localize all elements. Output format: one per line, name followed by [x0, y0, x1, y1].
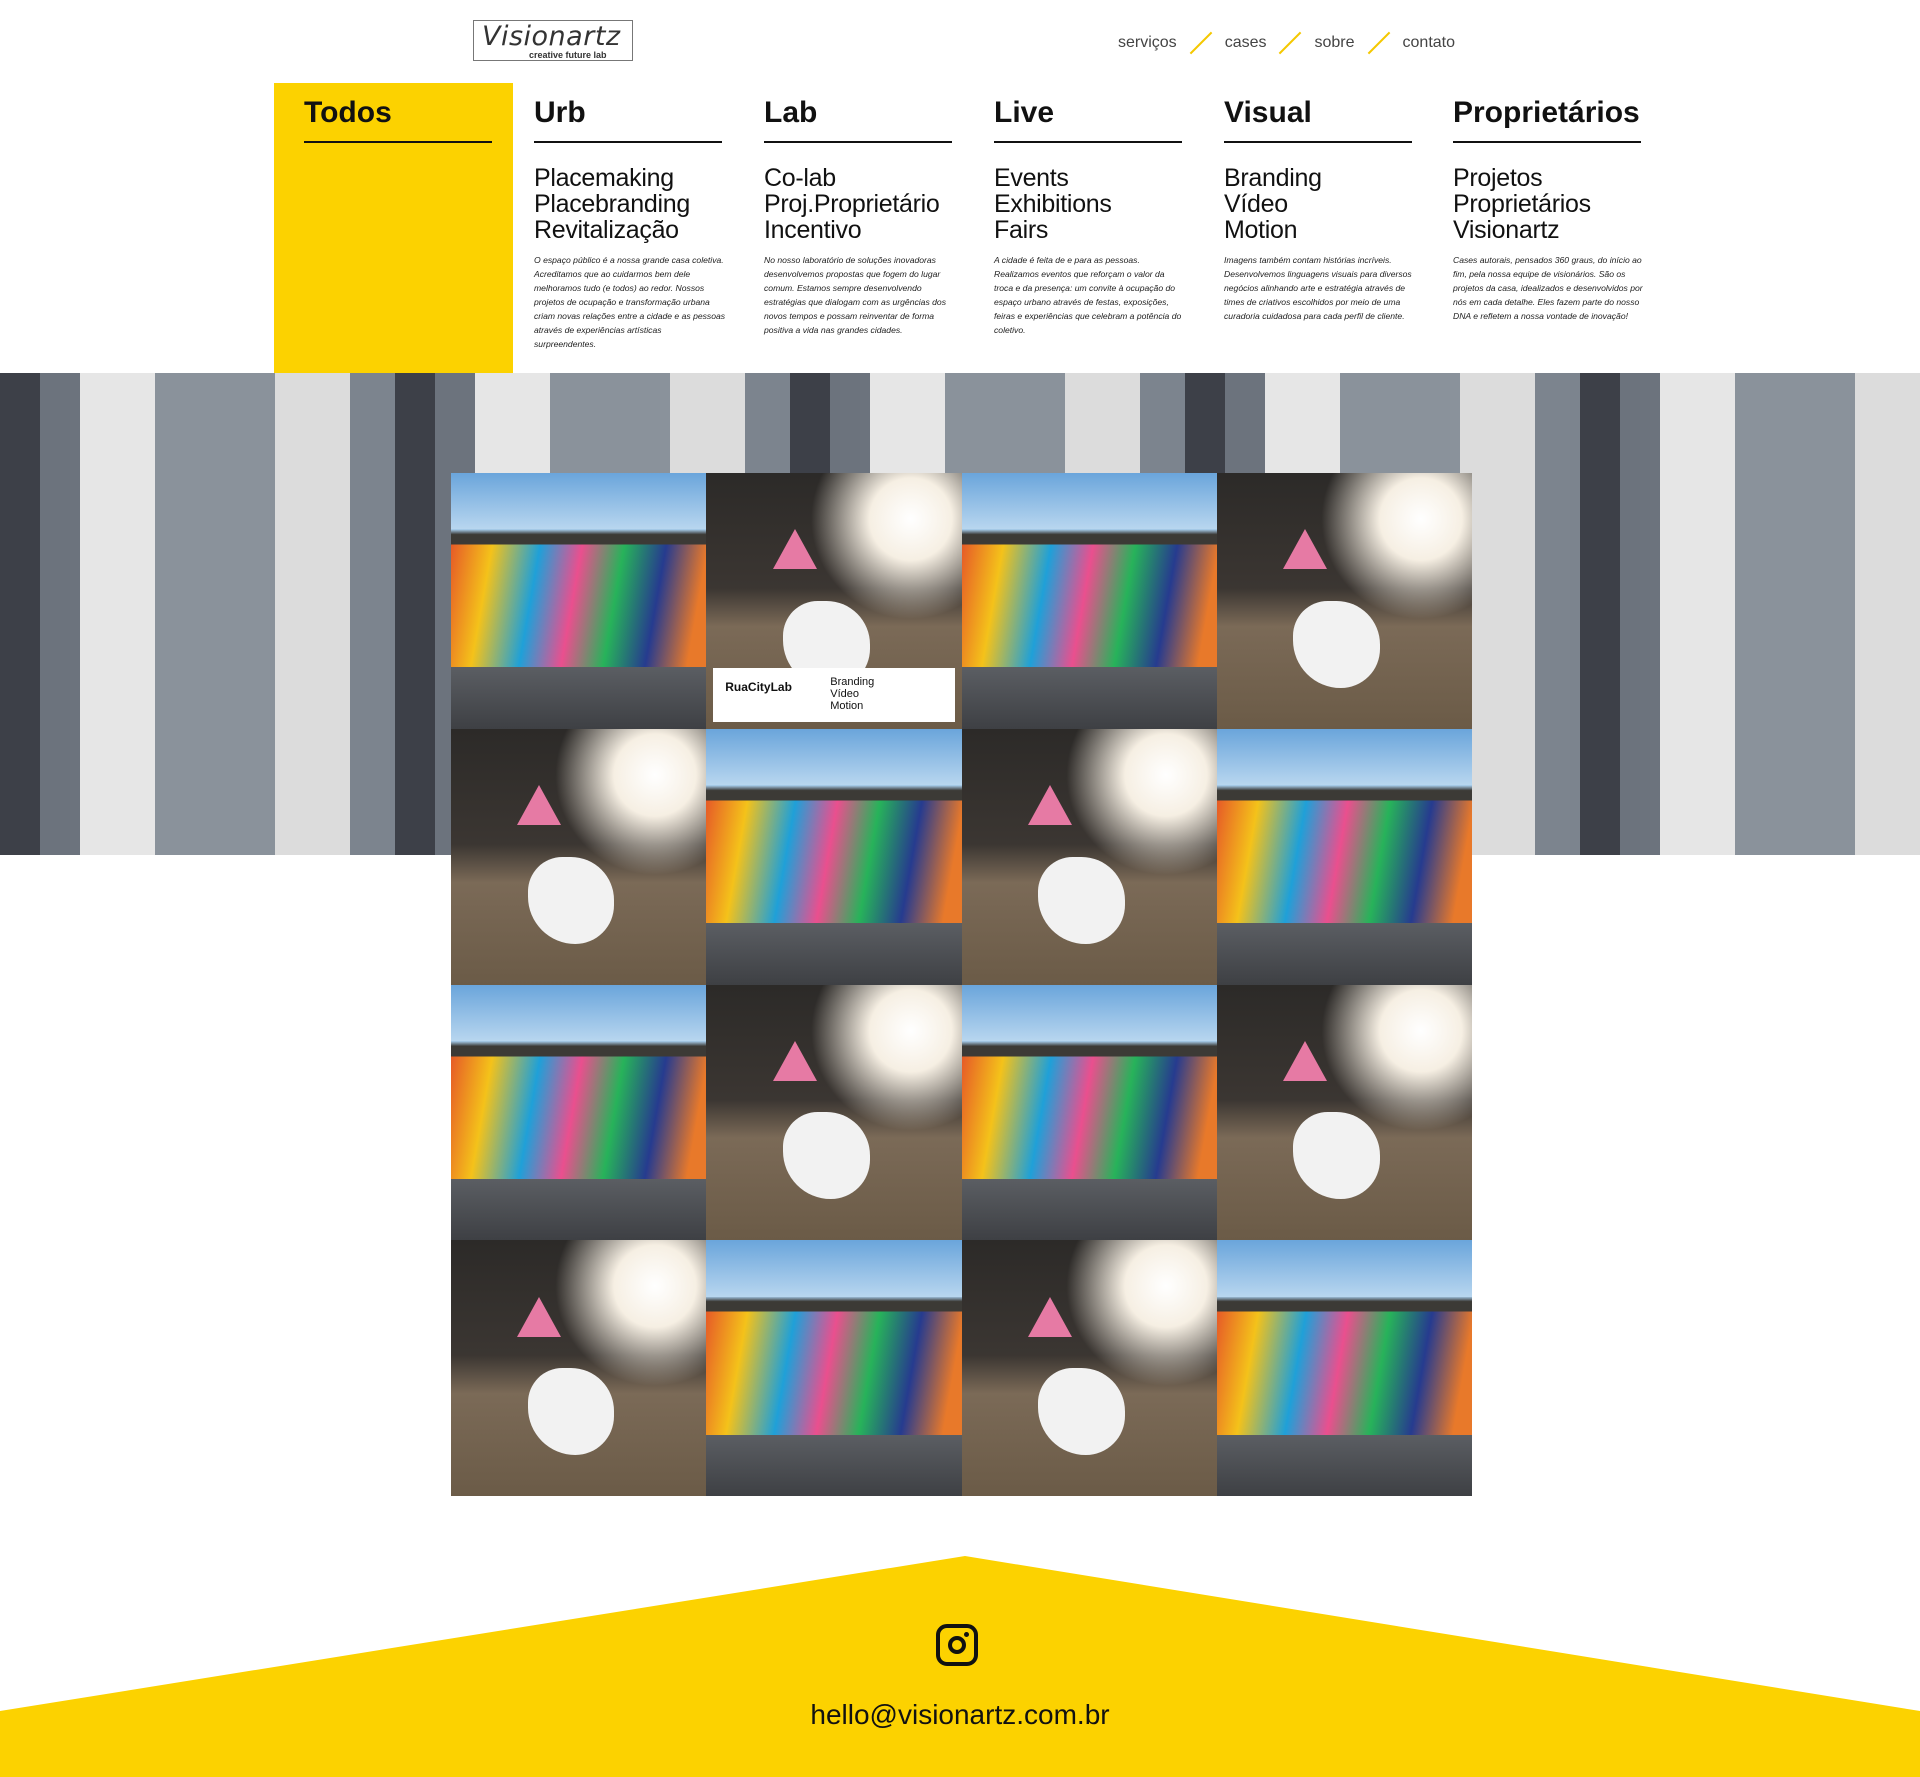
project-tile-mural[interactable]: [451, 984, 707, 1241]
category-item[interactable]: Co-lab: [764, 165, 952, 191]
project-tag: Branding: [830, 675, 875, 688]
category-description: A cidade é feita de e para as pessoas. R…: [994, 255, 1182, 335]
category-description: O espaço público é a nossa grande casa c…: [534, 255, 726, 349]
project-tile-mural[interactable]: [961, 473, 1217, 729]
nav-separator: [1189, 31, 1213, 55]
project-tile-dog[interactable]: [961, 728, 1217, 985]
category-item[interactable]: Projetos: [1453, 165, 1641, 191]
project-tile-mural[interactable]: [961, 984, 1217, 1241]
project-tile-dog[interactable]: RuaCityLab Branding Vídeo Motion: [706, 473, 962, 729]
project-tile-dog[interactable]: [451, 1240, 707, 1496]
nav-separator: [1279, 31, 1302, 55]
project-tile-mural[interactable]: [451, 473, 707, 729]
footer-email[interactable]: hello@visionartz.com.br: [0, 1699, 1920, 1731]
category-item[interactable]: Placemaking: [534, 165, 722, 191]
instagram-icon[interactable]: [936, 1624, 978, 1666]
project-tile-mural[interactable]: [1216, 728, 1472, 985]
category-description: No nosso laboratório de soluções inovado…: [764, 255, 947, 335]
project-tag: Motion: [830, 699, 864, 712]
category-description: Cases autorais, pensados 360 graus, do i…: [1453, 255, 1643, 321]
top-nav: serviços cases sobre contato: [1118, 28, 1455, 58]
category-item[interactable]: Vídeo: [1224, 191, 1412, 217]
category-item[interactable]: Proj.Proprietário: [764, 191, 952, 217]
category-item[interactable]: Proprietários: [1453, 191, 1641, 217]
category-title[interactable]: Proprietários: [1453, 96, 1641, 143]
category-item[interactable]: Exhibitions: [994, 191, 1182, 217]
category-lab: Lab Co-lab Proj.Proprietário Incentivo N…: [764, 96, 952, 337]
nav-contato[interactable]: contato: [1403, 34, 1455, 52]
project-grid: RuaCityLab Branding Vídeo Motion: [451, 473, 1472, 1496]
project-hover-card[interactable]: RuaCityLab Branding Vídeo Motion: [713, 667, 955, 722]
category-live: Live Events Exhibitions Fairs A cidade é…: [994, 96, 1182, 337]
nav-separator: [1367, 31, 1390, 55]
project-tile-dog[interactable]: [451, 728, 707, 985]
category-proprietarios: Proprietários Projetos Proprietários Vis…: [1453, 96, 1643, 323]
project-name: RuaCityLab: [725, 679, 792, 694]
nav-servicos[interactable]: serviços: [1118, 34, 1177, 52]
logo-wordmark: Visionartz: [482, 21, 621, 52]
category-title[interactable]: Lab: [764, 96, 952, 143]
project-tile-dog[interactable]: [961, 1240, 1217, 1496]
category-visual: Visual Branding Vídeo Motion Imagens tam…: [1224, 96, 1412, 323]
project-tag: Vídeo: [830, 687, 859, 700]
project-tile-dog[interactable]: [1216, 984, 1472, 1241]
category-title[interactable]: Live: [994, 96, 1182, 143]
nav-sobre[interactable]: sobre: [1314, 34, 1354, 52]
logo-subtitle: creative future lab: [529, 50, 607, 60]
project-tags: Branding Vídeo Motion: [830, 676, 874, 712]
logo[interactable]: Visionartz creative future lab: [473, 20, 633, 61]
category-item[interactable]: Visionartz: [1453, 217, 1641, 243]
project-tile-mural[interactable]: [1216, 1240, 1472, 1496]
category-item[interactable]: Fairs: [994, 217, 1182, 243]
category-urb: Urb Placemaking Placebranding Revitaliza…: [534, 96, 725, 351]
project-tile-dog[interactable]: [1216, 473, 1472, 729]
footer: [0, 1556, 1920, 1777]
project-tile-mural[interactable]: [706, 1240, 962, 1496]
category-item[interactable]: Revitalização: [534, 217, 722, 243]
category-title[interactable]: Visual: [1224, 96, 1412, 143]
category-title[interactable]: Todos: [304, 96, 492, 143]
category-item[interactable]: Incentivo: [764, 217, 952, 243]
project-tile-mural[interactable]: [706, 728, 962, 985]
category-item[interactable]: Placebranding: [534, 191, 722, 217]
category-item[interactable]: Branding: [1224, 165, 1412, 191]
nav-cases[interactable]: cases: [1225, 34, 1267, 52]
category-item[interactable]: Events: [994, 165, 1182, 191]
category-title[interactable]: Urb: [534, 96, 722, 143]
category-description: Imagens também contam histórias incrívei…: [1224, 255, 1412, 321]
category-item[interactable]: Motion: [1224, 217, 1412, 243]
category-todos[interactable]: Todos: [304, 96, 492, 143]
project-tile-dog[interactable]: [706, 984, 962, 1241]
